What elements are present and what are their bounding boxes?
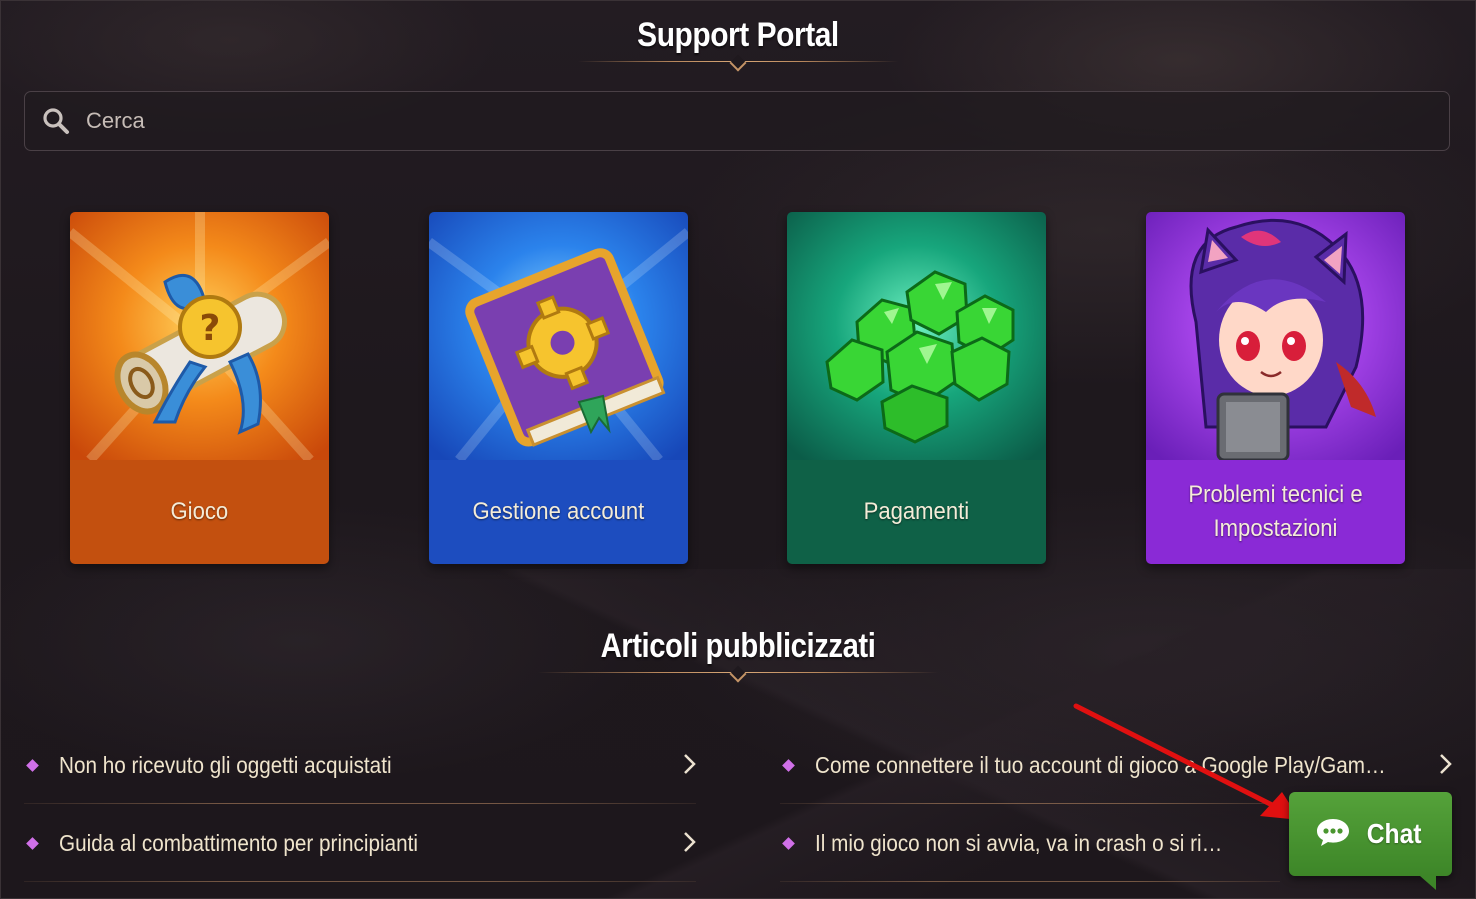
search-bar[interactable]	[24, 91, 1450, 151]
chat-label: Chat	[1367, 818, 1422, 849]
article-title: Non ho ricevuto gli oggetti acquistati	[59, 751, 392, 778]
chevron-right-icon	[1438, 753, 1452, 775]
gear-book-icon	[429, 212, 688, 464]
article-item[interactable]: Guida al combattimento per principianti	[24, 804, 696, 882]
featured-header: Articoli pubblicizzati	[0, 627, 1476, 683]
chevron-right-icon	[682, 753, 696, 775]
search-icon	[42, 107, 70, 135]
article-title: Guida al combattimento per principianti	[59, 829, 418, 856]
chat-bubble-icon	[1315, 817, 1351, 852]
article-divider	[780, 881, 1280, 882]
category-card-gioco[interactable]: ? Gioco	[70, 212, 329, 564]
svg-text:?: ?	[200, 308, 221, 349]
category-label: Gestione account	[429, 460, 688, 564]
search-input[interactable]	[84, 107, 1449, 135]
bullet-icon	[782, 758, 795, 772]
article-divider	[24, 881, 696, 882]
gems-icon	[787, 212, 1046, 460]
category-label: Problemi tecnici e Impostazioni	[1146, 460, 1405, 564]
help-scroll-icon: ?	[70, 212, 329, 464]
category-label: Gioco	[70, 460, 329, 564]
chevron-right-icon	[682, 831, 696, 853]
bullet-icon	[782, 836, 795, 850]
page-title: Support Portal	[637, 16, 839, 54]
category-card-pagamenti[interactable]: Pagamenti	[787, 212, 1046, 564]
bullet-icon	[26, 836, 39, 850]
article-title: Come connettere il tuo account di gioco …	[815, 751, 1389, 778]
category-card-gestione-account[interactable]: Gestione account	[429, 212, 688, 564]
category-card-problemi-tecnici[interactable]: Problemi tecnici e Impostazioni	[1146, 212, 1405, 564]
title-divider	[578, 54, 898, 72]
featured-heading: Articoli pubblicizzati	[600, 627, 876, 665]
article-title: Il mio gioco non si avvia, va in crash o…	[815, 829, 1234, 856]
page-header: Support Portal	[0, 16, 1476, 72]
article-item[interactable]: Il mio gioco non si avvia, va in crash o…	[780, 804, 1280, 882]
chat-button[interactable]: Chat	[1289, 792, 1452, 890]
featured-divider	[538, 665, 938, 683]
article-item[interactable]: Non ho ricevuto gli oggetti acquistati	[24, 726, 696, 804]
bullet-icon	[26, 758, 39, 772]
category-label: Pagamenti	[787, 460, 1046, 564]
character-icon	[1146, 212, 1405, 462]
